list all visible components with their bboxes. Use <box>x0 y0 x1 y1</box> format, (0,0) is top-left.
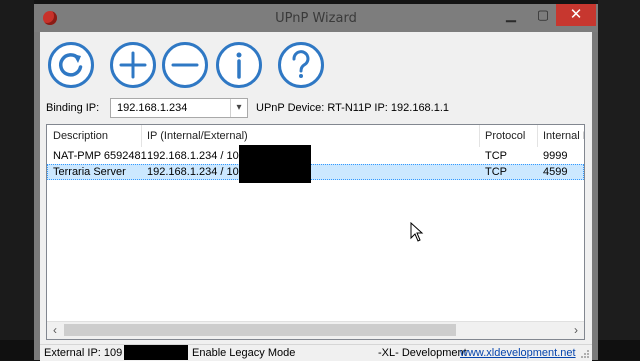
help-button[interactable] <box>278 42 324 88</box>
redaction-box <box>239 145 311 183</box>
binding-ip-label: Binding IP: <box>46 102 100 114</box>
minus-icon <box>171 63 199 67</box>
scroll-right-icon[interactable]: › <box>568 323 584 338</box>
desktop-background-right <box>598 0 640 360</box>
info-button[interactable] <box>216 42 262 88</box>
status-bar: External IP: 109 Enable Legacy Mode -XL-… <box>40 344 592 361</box>
enable-legacy-mode-toggle[interactable]: Enable Legacy Mode <box>192 347 295 359</box>
redaction-box <box>124 345 188 360</box>
horizontal-scrollbar[interactable]: ‹ › <box>47 321 584 339</box>
upnp-wizard-window: UPnP Wizard ▁ ▢ ✕ Binding IP: 192.168.1.… <box>34 4 598 361</box>
help-icon <box>292 50 310 78</box>
scroll-left-icon[interactable]: ‹ <box>47 323 63 338</box>
row-ip: 192.168.1.234 / 109 <box>147 166 245 178</box>
column-divider[interactable] <box>537 125 538 147</box>
binding-ip-value: 192.168.1.234 <box>117 102 188 114</box>
table-row-selected[interactable]: Terraria Server 192.168.1.234 / 109 TCP … <box>47 164 584 180</box>
remove-mapping-button[interactable] <box>162 42 208 88</box>
minimize-button[interactable]: ▁ <box>498 4 524 26</box>
column-header-ip[interactable]: IP (Internal/External) <box>147 130 248 142</box>
info-icon <box>236 52 242 79</box>
column-header-protocol[interactable]: Protocol <box>485 130 525 142</box>
upnp-device-info: UPnP Device: RT-N11P IP: 192.168.1.1 <box>256 102 450 114</box>
column-header-description[interactable]: Description <box>53 130 108 142</box>
column-divider[interactable] <box>479 125 480 147</box>
chevron-down-icon[interactable]: ▾ <box>230 99 247 117</box>
list-header: Description IP (Internal/External) Proto… <box>47 125 584 147</box>
window-client-area: Binding IP: 192.168.1.234 ▾ UPnP Device:… <box>40 32 592 361</box>
row-description: Terraria Server <box>53 166 126 178</box>
close-button[interactable]: ✕ <box>556 4 596 26</box>
scrollbar-thumb[interactable] <box>64 324 456 336</box>
resize-grip-icon[interactable] <box>580 349 590 359</box>
port-mapping-list[interactable]: Description IP (Internal/External) Proto… <box>46 124 585 340</box>
desktop-background-left <box>0 0 34 360</box>
title-bar[interactable]: UPnP Wizard ▁ ▢ ✕ <box>34 4 598 32</box>
table-row[interactable]: NAT-PMP 6592481 192.168.1.234 / 109 TCP … <box>47 148 584 164</box>
row-protocol: TCP <box>485 150 507 162</box>
refresh-icon <box>59 53 83 77</box>
external-ip-text: External IP: 109 <box>44 347 123 359</box>
mouse-cursor-icon <box>410 222 424 242</box>
binding-ip-dropdown[interactable]: 192.168.1.234 ▾ <box>110 98 248 118</box>
column-divider[interactable] <box>141 125 142 147</box>
developer-label: -XL- Development <box>378 347 467 359</box>
row-description: NAT-PMP 6592481 <box>53 150 147 162</box>
row-internal-port: 9999 <box>543 150 568 162</box>
add-mapping-button[interactable] <box>110 42 156 88</box>
refresh-button[interactable] <box>48 42 94 88</box>
maximize-button[interactable]: ▢ <box>530 4 556 26</box>
column-header-internal-port[interactable]: Internal I <box>543 130 584 142</box>
row-protocol: TCP <box>485 166 507 178</box>
plus-icon <box>119 51 147 79</box>
row-ip: 192.168.1.234 / 109 <box>147 150 245 162</box>
website-link[interactable]: www.xldevelopment.net <box>460 347 576 359</box>
row-internal-port: 4599 <box>543 166 568 178</box>
